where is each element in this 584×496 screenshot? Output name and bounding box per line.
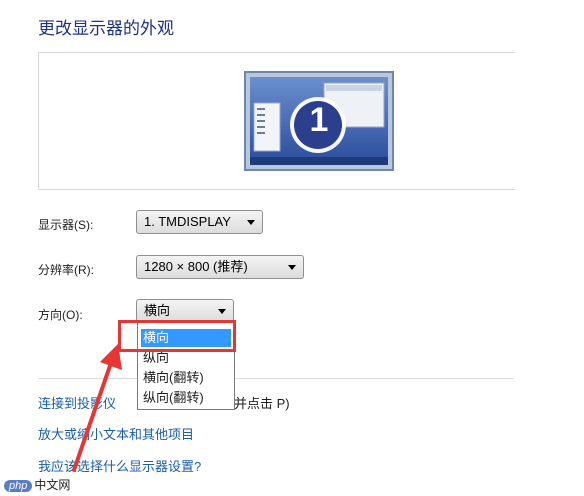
orientation-option-landscape-flipped[interactable]: 横向(翻转): [141, 369, 231, 387]
watermark-text: 中文网: [34, 478, 71, 492]
display-select-value: 1. TMDISPLAY: [144, 214, 231, 229]
chevron-down-icon: [288, 265, 296, 270]
display-select[interactable]: 1. TMDISPLAY: [136, 210, 263, 234]
watermark: php 中文网: [4, 476, 70, 493]
monitor-1-icon[interactable]: 1: [244, 71, 394, 171]
orientation-select[interactable]: 横向: [136, 299, 234, 322]
chevron-down-icon: [247, 220, 255, 225]
resolution-label: 分辨率(R):: [38, 263, 94, 277]
watermark-badge: php: [4, 480, 33, 492]
chevron-down-icon: [218, 309, 226, 314]
orientation-option-portrait-flipped[interactable]: 纵向(翻转): [141, 389, 231, 407]
orientation-select-value: 横向: [144, 303, 171, 318]
orientation-label: 方向(O):: [38, 308, 83, 322]
annotation-arrow-icon: [72, 344, 122, 472]
display-preview: 1: [38, 52, 515, 190]
resolution-select-value: 1280 × 800 (推荐): [144, 259, 248, 274]
projector-hint-text: 并点击 P): [234, 396, 290, 411]
display-label: 显示器(S):: [38, 218, 94, 232]
annotation-highlight-box: [118, 320, 236, 352]
resolution-select[interactable]: 1280 × 800 (推荐): [136, 255, 304, 279]
monitor-number: 1: [309, 101, 329, 139]
page-title: 更改显示器的外观: [38, 19, 174, 38]
